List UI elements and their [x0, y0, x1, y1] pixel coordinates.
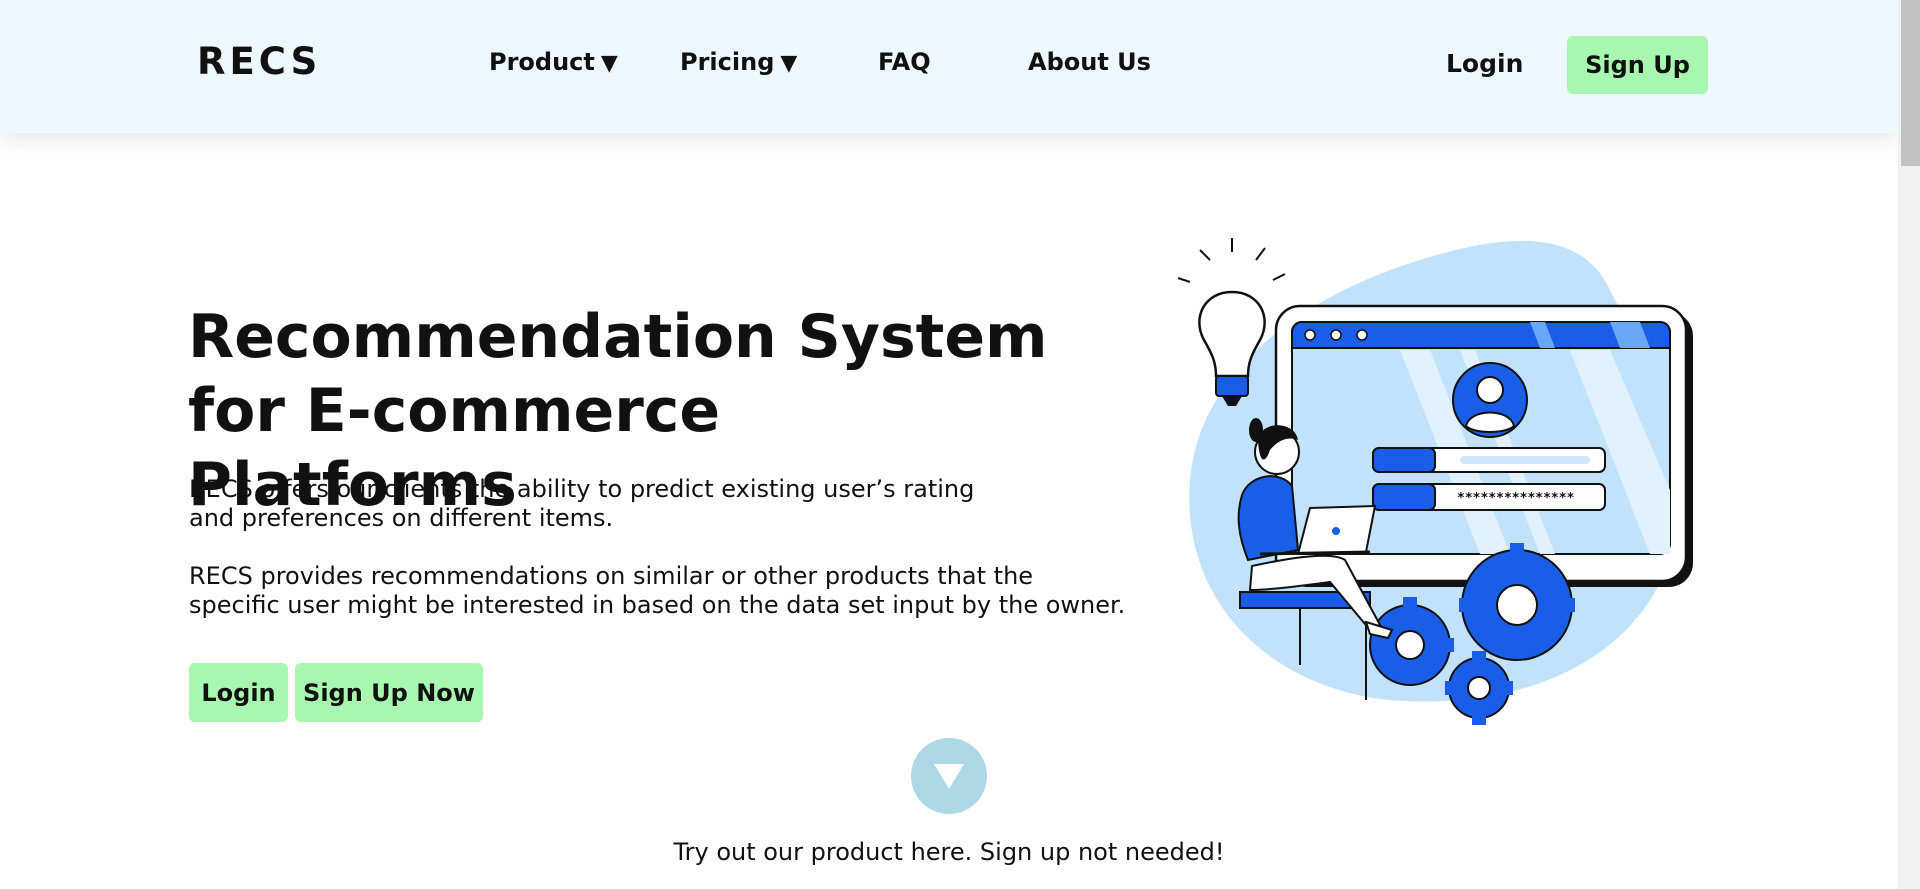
triangle-down-icon	[934, 764, 964, 789]
header-login-link[interactable]: Login	[1446, 49, 1523, 78]
hero-title-line-1: Recommendation System	[188, 302, 1048, 372]
scroll-down-button[interactable]	[911, 738, 987, 814]
tryout-text: Try out our product here. Sign up not ne…	[673, 838, 1225, 866]
hero-paragraph-1-line-2: and preferences on different items.	[189, 504, 614, 532]
hero-paragraph-2: RECS provides recommendations on similar…	[189, 562, 1149, 620]
nav-pricing[interactable]: Pricing ▼	[680, 48, 797, 76]
hero-signup-button[interactable]: Sign Up Now	[295, 663, 483, 722]
logo[interactable]: RECS	[197, 40, 321, 83]
nav-about-us[interactable]: About Us	[1028, 48, 1151, 76]
nav-product-label: Product	[489, 48, 595, 76]
nav-about-us-label: About Us	[1028, 48, 1151, 76]
hero-login-button[interactable]: Login	[189, 663, 288, 722]
scrollbar[interactable]	[1898, 0, 1920, 889]
nav-faq-label: FAQ	[878, 48, 931, 76]
hero-illustration: ***************	[1177, 238, 1693, 725]
user-avatar-icon	[1452, 362, 1528, 438]
hero-paragraph-2-line-2: specific user might be interested in bas…	[189, 591, 1126, 619]
nav-pricing-label: Pricing	[680, 48, 775, 76]
site-header: RECS Product ▼ Pricing ▼ FAQ About Us Logi…	[0, 0, 1898, 133]
chevron-down-icon: ▼	[600, 51, 618, 76]
header-signup-button[interactable]: Sign Up	[1567, 36, 1708, 94]
hero-paragraph-1-line-1: RECS offers our clients the ability to p…	[189, 475, 975, 503]
laptop-icon	[1296, 504, 1377, 556]
nav-faq[interactable]: FAQ	[878, 48, 931, 76]
nav-product[interactable]: Product ▼	[489, 48, 618, 76]
password-mask: ***************	[1457, 491, 1575, 506]
hero-paragraph-1: RECS offers our clients the ability to p…	[189, 475, 1149, 533]
scrollbar-thumb[interactable]	[1901, 0, 1920, 166]
hero-paragraph-2-line-1: RECS provides recommendations on similar…	[189, 562, 1034, 590]
chevron-down-icon: ▼	[780, 51, 798, 76]
